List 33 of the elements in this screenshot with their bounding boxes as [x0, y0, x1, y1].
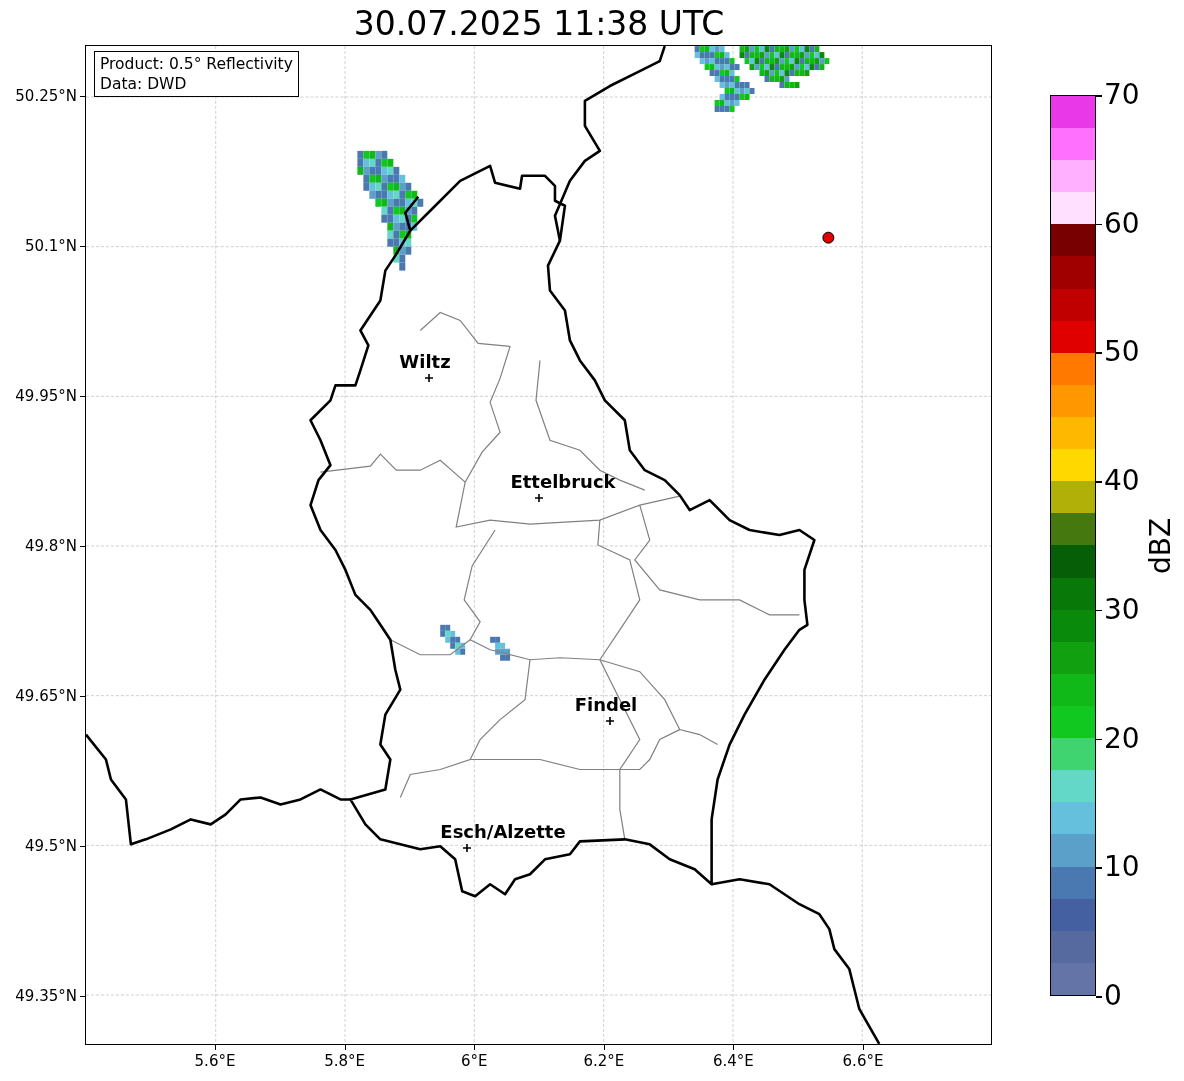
map-title: 30.07.2025 11:38 UTC: [353, 4, 725, 44]
longitude-label: 6.4°E: [712, 1052, 754, 1070]
latitude-label: 49.65°N: [15, 687, 77, 705]
plus-icon: [425, 374, 433, 382]
longitude-label: 6.6°E: [842, 1052, 884, 1070]
colorbar-tick-label: 30: [1104, 593, 1140, 626]
colorbar-tick-label: 10: [1104, 851, 1140, 884]
latitude-label: 49.35°N: [15, 987, 77, 1005]
colorbar-tick-label: 50: [1104, 336, 1140, 369]
city-label: Ettelbruck: [510, 472, 616, 492]
longitude-label: 5.8°E: [324, 1052, 365, 1070]
colorbar-label: dBZ: [1145, 517, 1177, 575]
plus-icon: [535, 494, 543, 502]
latitude-label: 49.5°N: [24, 837, 77, 855]
longitude-label: 6.2°E: [583, 1052, 625, 1070]
latitude-label: 49.95°N: [15, 387, 77, 405]
colorbar-tick-label: 60: [1104, 207, 1140, 240]
colorbar-tick-label: 70: [1104, 79, 1140, 111]
info-text: Product: 0.5° Reflectivity: [100, 54, 293, 74]
colorbar-tick-label: 40: [1104, 465, 1140, 498]
longitude-label: 6°E: [460, 1052, 488, 1070]
city-label: Esch/Alzette: [440, 822, 566, 842]
longitude-label: 5.6°E: [194, 1052, 236, 1070]
plus-icon: [463, 844, 471, 852]
colorbar-tick-label: 0: [1104, 980, 1122, 1012]
city-label: Wiltz: [399, 352, 451, 372]
latitude-label: 50.25°N: [15, 87, 77, 105]
city-label: Findel: [574, 695, 638, 715]
latitude-label: 50.1°N: [24, 237, 77, 255]
latitude-label: 49.8°N: [24, 537, 77, 555]
colorbar-tick-label: 20: [1104, 722, 1140, 755]
plus-icon: [606, 717, 614, 725]
info-text: Data: DWD: [100, 74, 188, 94]
